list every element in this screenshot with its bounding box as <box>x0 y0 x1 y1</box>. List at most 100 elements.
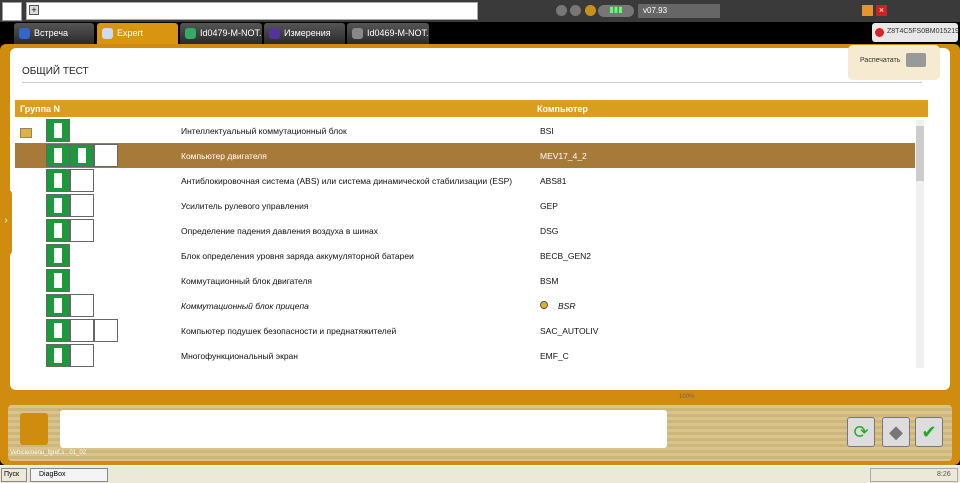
tab-label: Expert <box>117 28 144 38</box>
device-icon <box>352 28 363 39</box>
battery-icon: ▮▮▮ <box>598 5 634 17</box>
tab-label: Измерения <box>284 28 331 38</box>
print-button[interactable]: Распечатать <box>848 45 940 80</box>
taskbar: Пуск DiagBox 8:26 <box>0 465 960 483</box>
ecu-computer: GEP <box>540 201 558 211</box>
ecu-computer: BSR <box>558 301 576 311</box>
ecu-icons <box>46 269 70 292</box>
ecu-module-icon <box>46 344 70 367</box>
ecu-module-icon <box>70 144 94 167</box>
side-expand-tab[interactable]: › <box>0 190 12 255</box>
ecu-icons <box>46 144 118 167</box>
ecu-module-icon <box>46 169 70 192</box>
down-icon[interactable] <box>556 5 567 16</box>
close-button[interactable]: × <box>876 5 887 16</box>
status-indicator <box>20 413 48 445</box>
folder-icon <box>20 128 32 138</box>
message-box <box>60 410 667 448</box>
ecu-module-icon <box>46 144 70 167</box>
tab-id0479[interactable]: Id0479-M-NOT... <box>180 23 262 44</box>
ecu-module-icon <box>46 269 70 292</box>
ecu-icons <box>46 244 70 267</box>
version-label: v07.93 <box>638 4 720 18</box>
status-text: Vehiclemenu_fgref.s : 01_02 <box>10 450 87 456</box>
table-row[interactable]: Многофункциональный экран EMF_C <box>15 343 915 368</box>
table-row[interactable]: Антиблокировочная система (ABS) или сист… <box>15 168 915 193</box>
ecu-module-icon <box>46 194 70 217</box>
address-field[interactable]: + <box>26 2 478 20</box>
ecu-type-icon <box>70 319 94 342</box>
ecu-module-icon <box>46 294 70 317</box>
tab-id0469[interactable]: Id0469-M-NOT... <box>347 23 429 44</box>
table-row[interactable]: Определение падения давления воздуха в ш… <box>15 218 915 243</box>
top-bar: + ▮▮▮ v07.93 × <box>0 0 960 22</box>
ecu-computer: MEV17_4_2 <box>540 151 587 161</box>
refresh-button[interactable]: ⟳ <box>847 417 875 447</box>
tab-bar: Встреча Expert Id0479-M-NOT... Измерения… <box>0 22 960 44</box>
divider <box>22 82 922 83</box>
ecu-module-icon <box>46 319 70 342</box>
ecu-name: Усилитель рулевого управления <box>181 201 309 211</box>
ecu-name: Антиблокировочная система (ABS) или сист… <box>181 176 513 186</box>
progress-bar <box>266 395 674 402</box>
ecu-name: Коммутационный блок прицепа <box>181 301 309 311</box>
start-button[interactable]: Пуск <box>1 468 27 482</box>
ecu-icons <box>46 319 118 342</box>
minimize-button[interactable] <box>862 5 873 16</box>
ecu-type-icon <box>94 319 118 342</box>
ecu-computer: BECB_GEN2 <box>540 251 592 261</box>
taskbar-item-diagbox[interactable]: DiagBox <box>30 468 108 482</box>
progress-label: 100% <box>679 394 695 400</box>
tab-label: Id0469-M-NOT... <box>367 28 429 38</box>
page-title: ОБЩИЙ ТЕСТ <box>22 66 89 77</box>
eraser-button[interactable]: ◆ <box>882 417 910 447</box>
up-icon[interactable] <box>570 5 581 16</box>
table-row[interactable]: Блок определения уровня заряда аккумулят… <box>15 243 915 268</box>
content-panel: ОБЩИЙ ТЕСТ Распечатать Группа N Компьюте… <box>10 45 950 390</box>
table-row[interactable]: Усилитель рулевого управления GEP <box>15 193 915 218</box>
ecu-icons <box>46 194 94 217</box>
search-icon <box>102 28 113 39</box>
scroll-thumb[interactable] <box>916 126 924 181</box>
ecu-type-icon <box>70 219 94 242</box>
ecu-name: Блок определения уровня заряда аккумулят… <box>181 251 414 261</box>
system-tray: 8:26 <box>870 468 958 482</box>
coin-icon[interactable] <box>585 5 596 16</box>
peugeot-logo <box>2 2 22 21</box>
print-label: Распечатать <box>860 57 901 64</box>
add-icon[interactable]: + <box>29 5 39 15</box>
ecu-computer: DSG <box>540 226 559 236</box>
bottom-panel: ⟳ ◆ ✔ Vehiclemenu_fgref.s : 01_02 <box>8 405 952 461</box>
ecu-name: Компьютер двигателя <box>181 151 267 161</box>
meeting-icon <box>19 28 30 39</box>
ecu-type-icon <box>70 294 94 317</box>
ecu-module-icon <box>46 219 70 242</box>
tab-label: Id0479-M-NOT... <box>200 28 262 38</box>
table-row[interactable]: Коммутационный блок двигателя BSM <box>15 268 915 293</box>
table-row[interactable]: Компьютер двигателя MEV17_4_2 <box>15 143 915 168</box>
ecu-name: Компьютер подушек безопасности и преднат… <box>181 326 397 336</box>
ecu-type-icon <box>94 144 118 167</box>
table-row[interactable]: Компьютер подушек безопасности и преднат… <box>15 318 915 343</box>
ecu-type-icon <box>70 344 94 367</box>
vin-badge[interactable]: Z8T4C5FS0BM015219 <box>872 23 959 42</box>
tab-label: Встреча <box>34 28 69 38</box>
header-group[interactable]: Группа N <box>20 104 60 114</box>
warning-icon <box>540 301 548 309</box>
ecu-icons <box>46 219 94 242</box>
tab-expert[interactable]: Expert <box>97 23 178 44</box>
scrollbar[interactable] <box>916 120 924 368</box>
header-computer[interactable]: Компьютер <box>537 104 588 114</box>
ecu-list: Интеллектуальный коммутационный блок BSI К… <box>15 118 915 368</box>
ecu-computer: BSI <box>540 126 554 136</box>
ecu-computer: SAC_AUTOLIV <box>540 326 599 336</box>
validate-button[interactable]: ✔ <box>915 417 943 447</box>
wave-icon <box>269 28 280 39</box>
tab-meeting[interactable]: Встреча <box>14 23 94 44</box>
table-row[interactable]: Коммутационный блок прицепа BSR <box>15 293 915 318</box>
table-row[interactable]: Интеллектуальный коммутационный блок BSI <box>15 118 915 143</box>
ecu-icons <box>46 169 94 192</box>
ecu-computer: BSM <box>540 276 559 286</box>
ecu-type-icon <box>70 194 94 217</box>
tab-measurements[interactable]: Измерения <box>264 23 345 44</box>
